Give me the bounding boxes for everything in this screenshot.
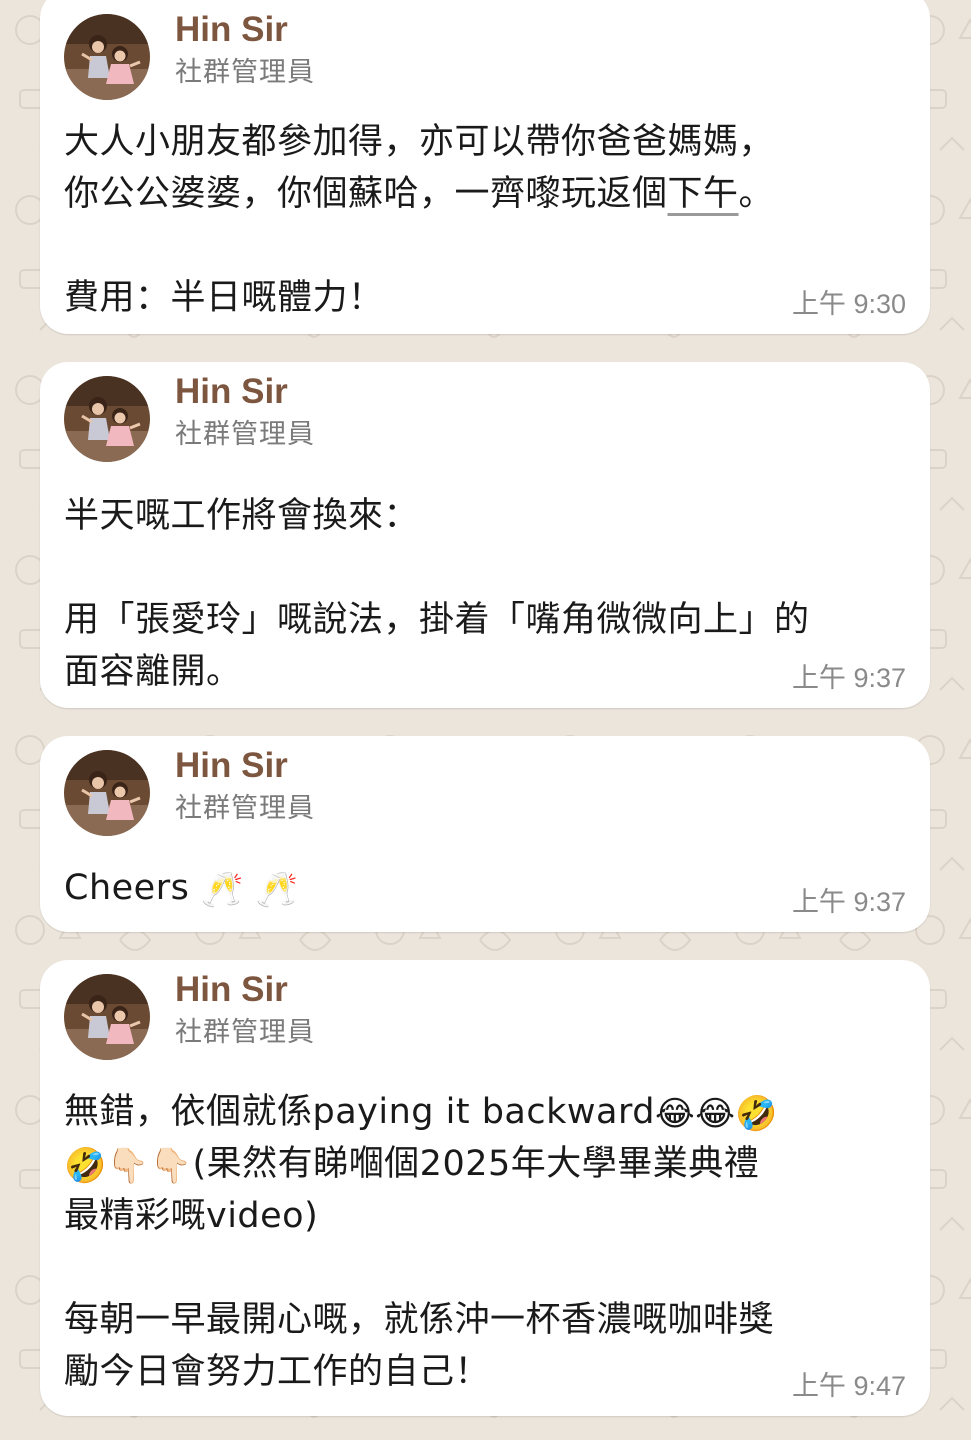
avatar[interactable] — [64, 750, 150, 836]
tears-of-joy-icon: 😂 — [695, 1094, 736, 1134]
avatar[interactable] — [64, 974, 150, 1060]
sender-role: 社群管理員 — [175, 793, 315, 824]
message-timestamp: 上午 9:37 — [791, 663, 906, 693]
message-line: 大人小朋友都參加得，亦可以帶你爸爸媽媽， — [64, 122, 775, 162]
message-line-text: (果然有睇嗰個2025年大學畢業典禮 — [192, 1144, 760, 1184]
message-line-text: 。 — [738, 174, 775, 214]
message-line: Cheers 🥂 🥂 — [64, 862, 894, 914]
champagne-glasses-icon: 🥂 — [200, 870, 244, 910]
message-bubble[interactable]: Hin Sir 社群管理員 半天嘅工作將會換來： 用「張愛玲」嘅說法，掛着「嘴角… — [40, 362, 930, 708]
avatar[interactable] — [64, 376, 150, 462]
message-text: 無錯，依個就係paying it backward😂😂🤣 🤣👇🏻👇🏻(果然有睇嗰… — [64, 1086, 894, 1398]
message-line: 面容離開。 — [64, 652, 242, 692]
message-bubble[interactable]: Hin Sir 社群管理員 大人小朋友都參加得，亦可以帶你爸爸媽媽， 你公公婆婆… — [40, 0, 930, 334]
avatar[interactable] — [64, 14, 150, 100]
message-line-text: 你公公婆婆，你個蘇哈，一齊嚟玩返個 — [64, 174, 668, 214]
message-text: 大人小朋友都參加得，亦可以帶你爸爸媽媽， 你公公婆婆，你個蘇哈，一齊嚟玩返個下午… — [64, 116, 894, 324]
message-line-text: Cheers — [64, 868, 190, 908]
sender-name[interactable]: Hin Sir — [175, 968, 288, 1012]
pointing-down-icon: 👇🏻 — [106, 1146, 150, 1186]
rolling-laughing-icon: 🤣 — [735, 1094, 779, 1134]
sender-name[interactable]: Hin Sir — [175, 744, 288, 788]
message-text: 半天嘅工作將會換來： 用「張愛玲」嘅說法，掛着「嘴角微微向上」的 面容離開。 — [64, 490, 894, 698]
sender-name[interactable]: Hin Sir — [175, 8, 288, 52]
rolling-laughing-icon: 🤣 — [64, 1146, 107, 1186]
sender-role: 社群管理員 — [175, 1017, 315, 1048]
message-line: 用「張愛玲」嘅說法，掛着「嘴角微微向上」的 — [64, 600, 810, 640]
message-line: 每朝一早最開心嘅，就係沖一杯香濃嘅咖啡獎 — [64, 1300, 775, 1340]
message-text: Cheers 🥂 🥂 — [64, 862, 894, 914]
message-line: 半天嘅工作將會換來： — [64, 496, 420, 536]
message-line-text: 無錯，依個就係paying it backward — [64, 1092, 655, 1132]
underlined-link-text[interactable]: 下午 — [668, 174, 739, 214]
message-line: 費用：半日嘅體力！ — [64, 278, 384, 318]
message-bubble[interactable]: Hin Sir 社群管理員 無錯，依個就係paying it backward😂… — [40, 960, 930, 1416]
message-line: 無錯，依個就係paying it backward😂😂🤣 — [64, 1086, 894, 1138]
message-timestamp: 上午 9:47 — [791, 1371, 906, 1401]
tears-of-joy-icon: 😂 — [654, 1094, 696, 1134]
message-timestamp: 上午 9:30 — [791, 289, 906, 319]
message-line: 勵今日會努力工作的自己！ — [64, 1352, 491, 1392]
pointing-down-icon: 👇🏻 — [149, 1146, 193, 1186]
sender-role: 社群管理員 — [175, 57, 315, 88]
message-timestamp: 上午 9:37 — [791, 887, 906, 917]
message-line: 你公公婆婆，你個蘇哈，一齊嚟玩返個下午。 — [64, 168, 894, 220]
sender-role: 社群管理員 — [175, 419, 315, 450]
message-line: 最精彩嘅video) — [64, 1196, 319, 1236]
message-line: 🤣👇🏻👇🏻(果然有睇嗰個2025年大學畢業典禮 — [64, 1138, 894, 1190]
sender-name[interactable]: Hin Sir — [175, 370, 288, 414]
champagne-glasses-icon: 🥂 — [255, 870, 299, 910]
message-bubble[interactable]: Hin Sir 社群管理員 Cheers 🥂 🥂 上午 9:37 — [40, 736, 930, 932]
